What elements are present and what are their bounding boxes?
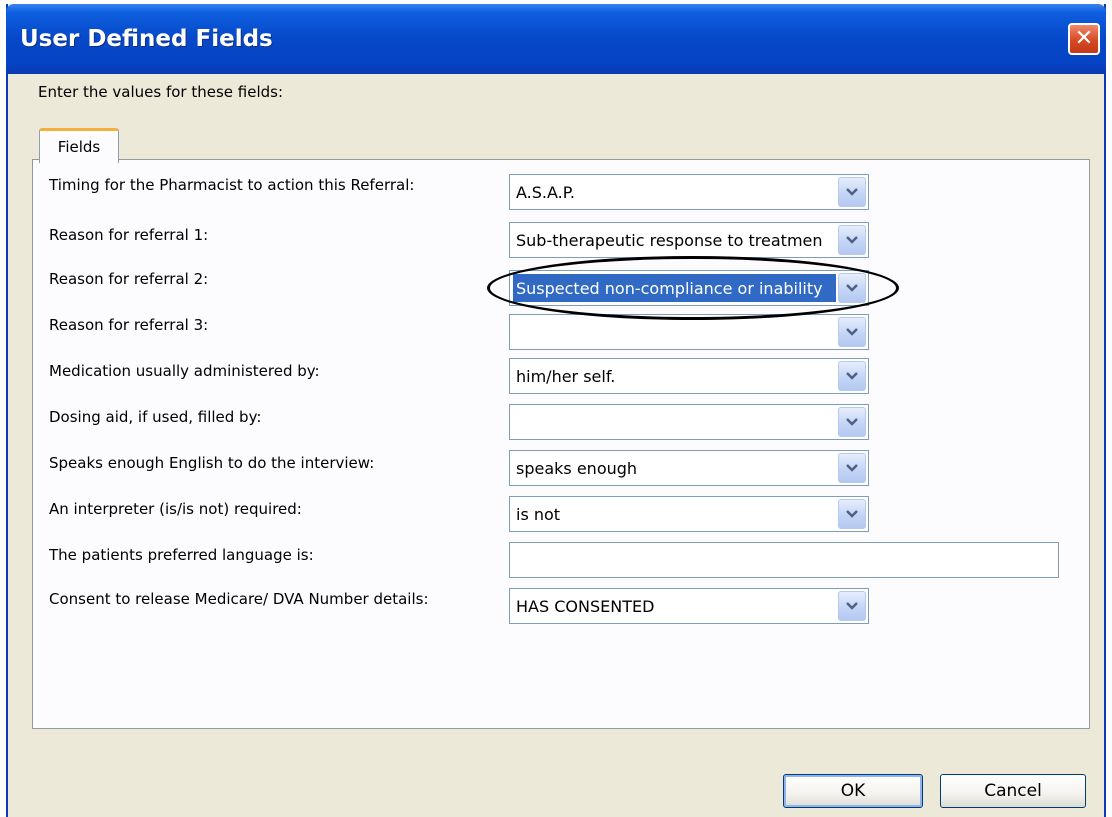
field-label-medication: Medication usually administered by: — [49, 362, 320, 380]
interpreter-dropdown-button[interactable] — [838, 499, 866, 529]
reason-3-combo[interactable] — [509, 314, 869, 350]
tab-fields-label: Fields — [57, 138, 101, 156]
consent-combo-value: HAS CONSENTED — [516, 597, 655, 616]
english-combo[interactable]: speaks enough — [509, 450, 869, 486]
ok-button[interactable]: OK — [783, 774, 923, 808]
english-dropdown-button[interactable] — [838, 453, 866, 483]
reason-2-combo-value: Suspected non-compliance or inability — [513, 274, 836, 302]
dialog-window: User Defined Fields ✕ Enter the values f… — [6, 4, 1106, 817]
field-label-interpreter: An interpreter (is/is not) required: — [49, 500, 302, 518]
chevron-down-icon — [846, 284, 858, 292]
ok-button-label: OK — [840, 781, 866, 801]
fields-panel: Timing for the Pharmacist to action this… — [32, 159, 1090, 729]
instruction-text: Enter the values for these fields: — [38, 83, 284, 101]
consent-combo[interactable]: HAS CONSENTED — [509, 588, 869, 624]
medication-dropdown-button[interactable] — [838, 361, 866, 391]
field-label-timing: Timing for the Pharmacist to action this… — [49, 176, 415, 194]
timing-combo-value: A.S.A.P. — [516, 183, 575, 202]
close-button[interactable]: ✕ — [1068, 23, 1100, 55]
chevron-down-icon — [846, 602, 858, 610]
title-bar[interactable]: User Defined Fields ✕ — [6, 4, 1106, 74]
field-label-english: Speaks enough English to do the intervie… — [49, 454, 375, 472]
cancel-button-label: Cancel — [984, 781, 1042, 801]
dosing-aid-dropdown-button[interactable] — [838, 407, 866, 437]
timing-dropdown-button[interactable] — [838, 177, 866, 207]
field-label-consent: Consent to release Medicare/ DVA Number … — [49, 590, 429, 608]
field-label-dosing-aid: Dosing aid, if used, filled by: — [49, 408, 262, 426]
field-label-language: The patients preferred language is: — [49, 546, 314, 564]
chevron-down-icon — [846, 328, 858, 336]
english-combo-value: speaks enough — [516, 459, 638, 478]
reason-2-dropdown-button[interactable] — [838, 273, 866, 303]
interpreter-combo[interactable]: is not — [509, 496, 869, 532]
cancel-button[interactable]: Cancel — [940, 774, 1086, 808]
close-icon: ✕ — [1074, 26, 1094, 51]
reason-1-combo-value: Sub-therapeutic response to treatmen — [516, 231, 823, 250]
reason-3-dropdown-button[interactable] — [838, 317, 866, 347]
preferred-language-input[interactable] — [509, 542, 1059, 578]
window-title: User Defined Fields — [20, 26, 273, 52]
reason-1-dropdown-button[interactable] — [838, 225, 866, 255]
field-label-reason-1: Reason for referral 1: — [49, 226, 209, 244]
chevron-down-icon — [846, 464, 858, 472]
medication-combo[interactable]: him/her self. — [509, 358, 869, 394]
chevron-down-icon — [846, 418, 858, 426]
field-label-reason-3: Reason for referral 3: — [49, 316, 209, 334]
timing-combo[interactable]: A.S.A.P. — [509, 174, 869, 210]
reason-1-combo[interactable]: Sub-therapeutic response to treatmen — [509, 222, 869, 258]
medication-combo-value: him/her self. — [516, 367, 616, 386]
reason-2-combo[interactable]: Suspected non-compliance or inability — [509, 270, 869, 306]
field-label-reason-2: Reason for referral 2: — [49, 270, 209, 288]
consent-dropdown-button[interactable] — [838, 591, 866, 621]
chevron-down-icon — [846, 188, 858, 196]
chevron-down-icon — [846, 510, 858, 518]
chevron-down-icon — [846, 236, 858, 244]
chevron-down-icon — [846, 372, 858, 380]
tab-fields[interactable]: Fields — [39, 128, 119, 163]
dosing-aid-combo[interactable] — [509, 404, 869, 440]
interpreter-combo-value: is not — [516, 505, 561, 524]
